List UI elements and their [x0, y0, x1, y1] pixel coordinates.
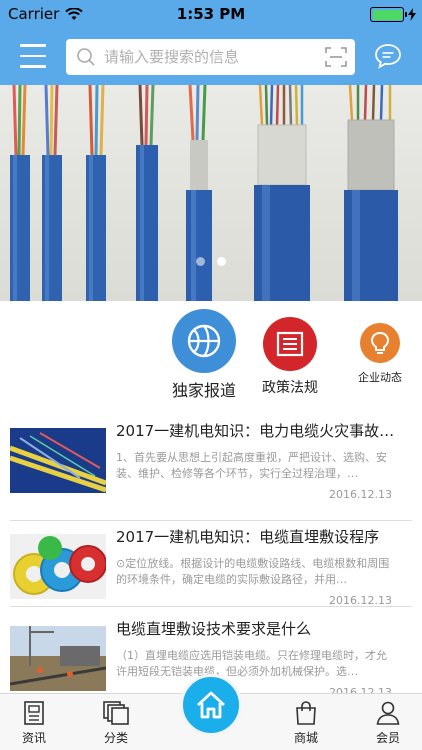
divider	[10, 606, 412, 607]
category-icon-circle	[172, 309, 236, 373]
tab-member[interactable]: 会员	[358, 700, 418, 746]
news-icon	[24, 701, 44, 725]
scan-icon[interactable]	[325, 47, 347, 67]
news-summary: （1）直埋电缆应选用铠装电缆。只在修理电缆时，才允许用短段无铠装电缆，但必须外加…	[116, 649, 387, 678]
message-icon[interactable]	[374, 43, 402, 69]
charging-icon	[408, 8, 416, 21]
category-icon-circle	[263, 317, 317, 371]
tab-label: 资讯	[21, 731, 46, 745]
tab-label: 会员	[375, 731, 400, 745]
news-title: 2017一建机电知识：电力电缆火灾事故…	[116, 422, 395, 440]
banner-carousel[interactable]	[0, 85, 422, 301]
tab-label: 商城	[293, 731, 318, 745]
app-header	[0, 30, 422, 85]
search-icon	[77, 48, 95, 66]
news-thumbnail	[10, 534, 106, 599]
category-icon-circle	[360, 323, 400, 363]
news-thumbnail	[10, 626, 106, 691]
news-title: 2017一建机电知识：电缆直埋敷设程序	[116, 528, 380, 546]
home-button[interactable]	[180, 674, 242, 736]
category-shortcuts: 独家报道 政策法规 企业动态	[0, 301, 422, 698]
news-title: 电缆直埋敷设技术要求是什么	[116, 620, 312, 638]
menu-button[interactable]	[20, 44, 46, 68]
tab-label: 分类	[103, 731, 128, 745]
category-label: 政策法规	[262, 380, 318, 396]
category-icon	[103, 701, 129, 725]
category-policies[interactable]: 政策法规	[262, 317, 318, 397]
user-icon	[376, 701, 400, 725]
status-bar: Carrier 1:53 PM	[0, 0, 422, 30]
shopping-bag-icon	[296, 701, 316, 725]
carousel-dot[interactable]	[196, 257, 205, 266]
basketball-icon	[187, 324, 221, 358]
category-exclusive-reports[interactable]: 独家报道	[172, 309, 236, 401]
banner-image	[10, 85, 398, 301]
news-date: 2016.12.13	[329, 488, 392, 501]
news-summary: 1、首先要从思想上引起高度重视，严把设计、选购、安装、维护、检修等各个环节，实行…	[116, 451, 387, 480]
news-item[interactable]: 2017一建机电知识：电力电缆火灾事故… 1、首先要从思想上引起高度重视，严把设…	[0, 410, 422, 520]
search-bar[interactable]	[66, 39, 355, 75]
category-company-news[interactable]: 企业动态	[358, 323, 402, 385]
tab-news[interactable]: 资讯	[4, 700, 64, 746]
category-label: 独家报道	[172, 381, 237, 400]
lightbulb-icon	[370, 331, 390, 354]
carousel-indicator[interactable]	[0, 257, 422, 266]
battery-area	[370, 7, 416, 22]
battery-icon	[370, 7, 407, 22]
category-label: 企业动态	[358, 371, 402, 384]
news-thumbnail	[10, 428, 106, 493]
home-icon	[197, 691, 225, 719]
news-summary: ⊙定位放线。根据设计的电缆敷设路线、电缆根数和周围的环境条件，确定电缆的实际敷设…	[116, 557, 390, 586]
carousel-dot-active[interactable]	[217, 257, 226, 266]
search-input[interactable]	[104, 39, 314, 75]
tab-categories[interactable]: 分类	[86, 700, 146, 746]
tab-mall[interactable]: 商城	[276, 700, 336, 746]
clock: 1:53 PM	[176, 5, 246, 23]
document-list-icon	[276, 331, 304, 357]
